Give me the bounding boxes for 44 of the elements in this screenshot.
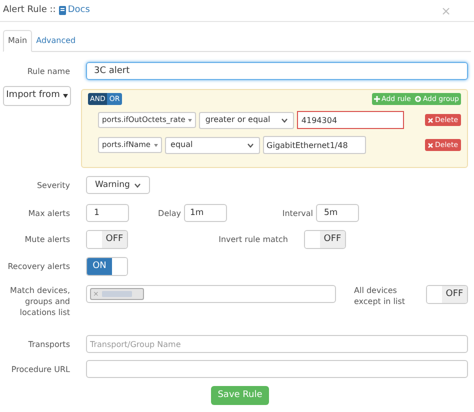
- field-label: Delay: [158, 208, 181, 218]
- transports-field[interactable]: Transport/Group Name: [86, 335, 468, 353]
- field-label: Mute alerts: [24, 234, 70, 245]
- rule-name-field[interactable]: 3C alert: [86, 62, 468, 80]
- caret-icon: [134, 182, 141, 188]
- field-label: Rule name: [26, 66, 70, 76]
- field-label: Max alerts: [27, 208, 70, 218]
- tab[interactable]: Advanced: [32, 30, 80, 52]
- interval-field[interactable]: 5m: [316, 204, 359, 222]
- severity-select[interactable]: Warning: [86, 176, 150, 194]
- value-field[interactable]: 4194304: [297, 111, 404, 129]
- max-alerts-field[interactable]: 1: [86, 204, 129, 222]
- plus-icon: [374, 96, 380, 102]
- plus-circle-icon: [414, 96, 421, 102]
- redacted-mark: [102, 291, 132, 297]
- procedure-url-field[interactable]: [86, 360, 468, 378]
- caret-icon: [246, 142, 254, 148]
- field-label: Invert rule match: [218, 234, 288, 245]
- operator-select[interactable]: greater or equal: [199, 112, 294, 128]
- field-label: Procedure URL: [10, 364, 70, 374]
- toggle-switch[interactable]: OFF: [426, 285, 468, 304]
- toggle-switch[interactable]: ON: [86, 257, 128, 276]
- caret-icon: [281, 118, 288, 122]
- toggle-switch[interactable]: OFF: [86, 230, 128, 249]
- field-label: Transports: [27, 338, 70, 350]
- field-label: Match devices, groups and locations list: [9, 285, 70, 318]
- delay-field[interactable]: 1m: [184, 204, 227, 222]
- caret-icon: [154, 144, 158, 146]
- dialog-title: Alert Rule ::: [3, 4, 56, 17]
- caret-icon: [188, 118, 192, 122]
- close-icon: [428, 142, 433, 148]
- import-button[interactable]: Import from: [3, 86, 71, 106]
- caret-icon: [62, 94, 68, 98]
- book-icon: [58, 6, 66, 15]
- toggle-switch[interactable]: OFF: [304, 230, 346, 249]
- field-label: All devices except in list: [354, 285, 406, 307]
- operator-select[interactable]: equal: [164, 136, 260, 154]
- docs-link[interactable]: Docs: [68, 4, 90, 18]
- value-field[interactable]: GigabitEthernet1/48: [262, 136, 366, 154]
- tab[interactable]: Main: [3, 30, 32, 52]
- field-label: Interval: [282, 208, 313, 218]
- close-icon: [428, 118, 433, 122]
- field-label: Severity: [36, 180, 70, 190]
- field-label: Recovery alerts: [6, 261, 70, 272]
